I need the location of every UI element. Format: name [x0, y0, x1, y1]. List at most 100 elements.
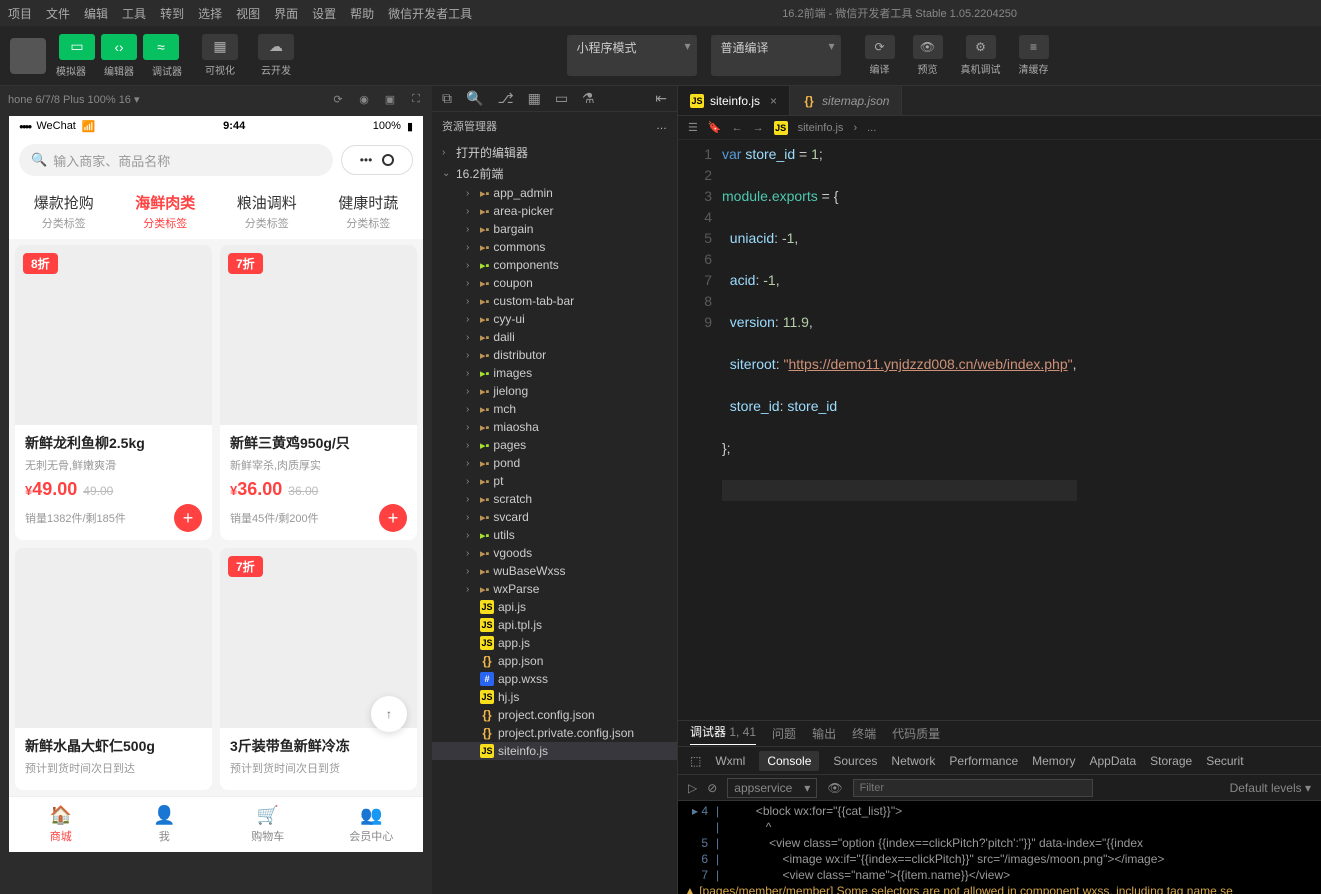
tree-item-project.private.config.json[interactable]: {}project.private.config.json	[432, 724, 677, 742]
add-to-cart-button[interactable]: +	[379, 504, 407, 532]
tree-item-pt[interactable]: ›▸▪pt	[432, 472, 677, 490]
tree-item-vgoods[interactable]: ›▸▪vgoods	[432, 544, 677, 562]
tree-item-hj.js[interactable]: JShj.js	[432, 688, 677, 706]
project-icon[interactable]	[10, 38, 46, 74]
nav-item-2[interactable]: 🛒 购物车	[216, 797, 320, 852]
screenshot-icon[interactable]: ▣	[382, 91, 398, 107]
clear-cache-button[interactable]: ≡	[1019, 35, 1049, 59]
devtool-tab-输出[interactable]: 输出	[812, 725, 836, 742]
mode-select[interactable]: 小程序模式	[567, 35, 697, 76]
tree-item-jielong[interactable]: ›▸▪jielong	[432, 382, 677, 400]
close-tab-icon[interactable]: ×	[770, 94, 777, 108]
tree-item-api.tpl.js[interactable]: JSapi.tpl.js	[432, 616, 677, 634]
visual-button[interactable]: ▦	[202, 34, 238, 60]
add-to-cart-button[interactable]: +	[174, 504, 202, 532]
list-icon[interactable]: ☰	[688, 121, 698, 134]
devtool-subtab-AppData[interactable]: AppData	[1089, 754, 1136, 768]
tree-item-app.wxss[interactable]: #app.wxss	[432, 670, 677, 688]
section-open-editors[interactable]: ›打开的编辑器	[432, 142, 677, 163]
devtool-subtab-Performance[interactable]: Performance	[949, 754, 1018, 768]
tree-item-daili[interactable]: ›▸▪daili	[432, 328, 677, 346]
devtool-tab-问题[interactable]: 问题	[772, 725, 796, 742]
devtool-subtab-Wxml[interactable]: Wxml	[715, 754, 745, 768]
eye-icon[interactable]: 👁	[827, 781, 842, 795]
code-editor[interactable]: 123456789 var store_id = 1; module.expor…	[678, 140, 1321, 720]
breadcrumb-file[interactable]: siteinfo.js	[798, 122, 844, 134]
goods-card-3[interactable]: 7折 3斤装带鱼新鲜冷冻 预计到货时间次日到货	[220, 548, 417, 790]
tree-item-wuBaseWxss[interactable]: ›▸▪wuBaseWxss	[432, 562, 677, 580]
cloud-button[interactable]: ☁	[258, 34, 294, 60]
menu-文件[interactable]: 文件	[46, 5, 70, 22]
tree-item-mch[interactable]: ›▸▪mch	[432, 400, 677, 418]
category-tab-3[interactable]: 健康时蔬分类标签	[318, 192, 420, 231]
record-icon[interactable]: ◉	[356, 91, 372, 107]
realdev-button[interactable]: ⚙	[966, 35, 996, 59]
editor-button[interactable]: ‹›	[101, 34, 137, 60]
tree-item-app.js[interactable]: JSapp.js	[432, 634, 677, 652]
nav-item-1[interactable]: 👤 我	[113, 797, 217, 852]
nav-item-3[interactable]: 👥 会员中心	[320, 797, 424, 852]
extensions-icon[interactable]: ▦	[528, 90, 541, 107]
explorer-more-icon[interactable]: …	[656, 120, 667, 132]
tree-item-cyy-ui[interactable]: ›▸▪cyy-ui	[432, 310, 677, 328]
forward-icon[interactable]: →	[753, 122, 764, 134]
tree-item-utils[interactable]: ›▸▪utils	[432, 526, 677, 544]
refresh-icon[interactable]: ⟳	[330, 91, 346, 107]
preview-button[interactable]: 👁	[913, 35, 943, 59]
panel-icon[interactable]: ▭	[555, 90, 568, 107]
filter-input[interactable]	[853, 779, 1093, 797]
devtool-subtab-Sources[interactable]: Sources	[833, 754, 877, 768]
category-tab-1[interactable]: 海鲜肉类分类标签	[115, 192, 217, 231]
search-input[interactable]: 🔍 输入商家、商品名称	[19, 144, 333, 176]
menu-设置[interactable]: 设置	[312, 5, 336, 22]
menu-界面[interactable]: 界面	[274, 5, 298, 22]
tree-item-app.json[interactable]: {}app.json	[432, 652, 677, 670]
tree-item-distributor[interactable]: ›▸▪distributor	[432, 346, 677, 364]
build-button[interactable]: ⟳	[865, 35, 895, 59]
tree-item-commons[interactable]: ›▸▪commons	[432, 238, 677, 256]
tree-item-pages[interactable]: ›▸▪pages	[432, 436, 677, 454]
devtool-subtab-Securit[interactable]: Securit	[1206, 754, 1243, 768]
compile-select[interactable]: 普通编译	[711, 35, 841, 76]
nav-item-0[interactable]: 🏠 商城	[9, 797, 113, 852]
menu-编辑[interactable]: 编辑	[84, 5, 108, 22]
tree-item-bargain[interactable]: ›▸▪bargain	[432, 220, 677, 238]
tree-item-custom-tab-bar[interactable]: ›▸▪custom-tab-bar	[432, 292, 677, 310]
console-stop-icon[interactable]: ⊘	[707, 781, 717, 795]
menu-工具[interactable]: 工具	[122, 5, 146, 22]
tree-item-project.config.json[interactable]: {}project.config.json	[432, 706, 677, 724]
devtool-subtab-Network[interactable]: Network	[891, 754, 935, 768]
expand-icon[interactable]: ⛶	[408, 91, 424, 107]
settings-icon[interactable]: ⚗	[582, 90, 595, 107]
tree-item-coupon[interactable]: ›▸▪coupon	[432, 274, 677, 292]
devtool-subtab-Console[interactable]: Console	[759, 751, 819, 771]
devtool-tab-调试器[interactable]: 调试器 1, 41	[690, 723, 756, 745]
devtool-tab-代码质量[interactable]: 代码质量	[892, 725, 940, 742]
devtool-subtab-Storage[interactable]: Storage	[1150, 754, 1192, 768]
search-icon[interactable]: 🔍	[466, 90, 483, 107]
tree-item-area-picker[interactable]: ›▸▪area-picker	[432, 202, 677, 220]
menu-视图[interactable]: 视图	[236, 5, 260, 22]
menu-转到[interactable]: 转到	[160, 5, 184, 22]
section-project[interactable]: ⌄16.2前端	[432, 163, 677, 184]
tree-item-api.js[interactable]: JSapi.js	[432, 598, 677, 616]
category-tab-2[interactable]: 粮油调料分类标签	[216, 192, 318, 231]
goods-card-2[interactable]: 新鲜水晶大虾仁500g 预计到货时间次日到达	[15, 548, 212, 790]
collapse-icon[interactable]: ⇤	[655, 90, 667, 107]
back-to-top-button[interactable]: ↑	[371, 696, 407, 732]
inspect-icon[interactable]: ⬚	[690, 754, 701, 768]
branch-icon[interactable]: ⎇	[497, 90, 513, 107]
menu-项目[interactable]: 项目	[8, 5, 32, 22]
devtool-tab-终端[interactable]: 终端	[852, 725, 876, 742]
tree-item-components[interactable]: ›▸▪components	[432, 256, 677, 274]
simulator-button[interactable]: ▭	[59, 34, 95, 60]
tree-item-svcard[interactable]: ›▸▪svcard	[432, 508, 677, 526]
editor-tab-1[interactable]: {}sitemap.json	[790, 86, 902, 115]
levels-select[interactable]: Default levels ▾	[1230, 781, 1311, 795]
debugger-button[interactable]: ≈	[143, 34, 179, 60]
goods-card-0[interactable]: 8折 新鲜龙利鱼柳2.5kg 无刺无骨,鲜嫩爽滑 ¥49.0049.00 销量1…	[15, 245, 212, 540]
menu-帮助[interactable]: 帮助	[350, 5, 374, 22]
devtool-subtab-Memory[interactable]: Memory	[1032, 754, 1075, 768]
tree-item-miaosha[interactable]: ›▸▪miaosha	[432, 418, 677, 436]
tree-item-scratch[interactable]: ›▸▪scratch	[432, 490, 677, 508]
